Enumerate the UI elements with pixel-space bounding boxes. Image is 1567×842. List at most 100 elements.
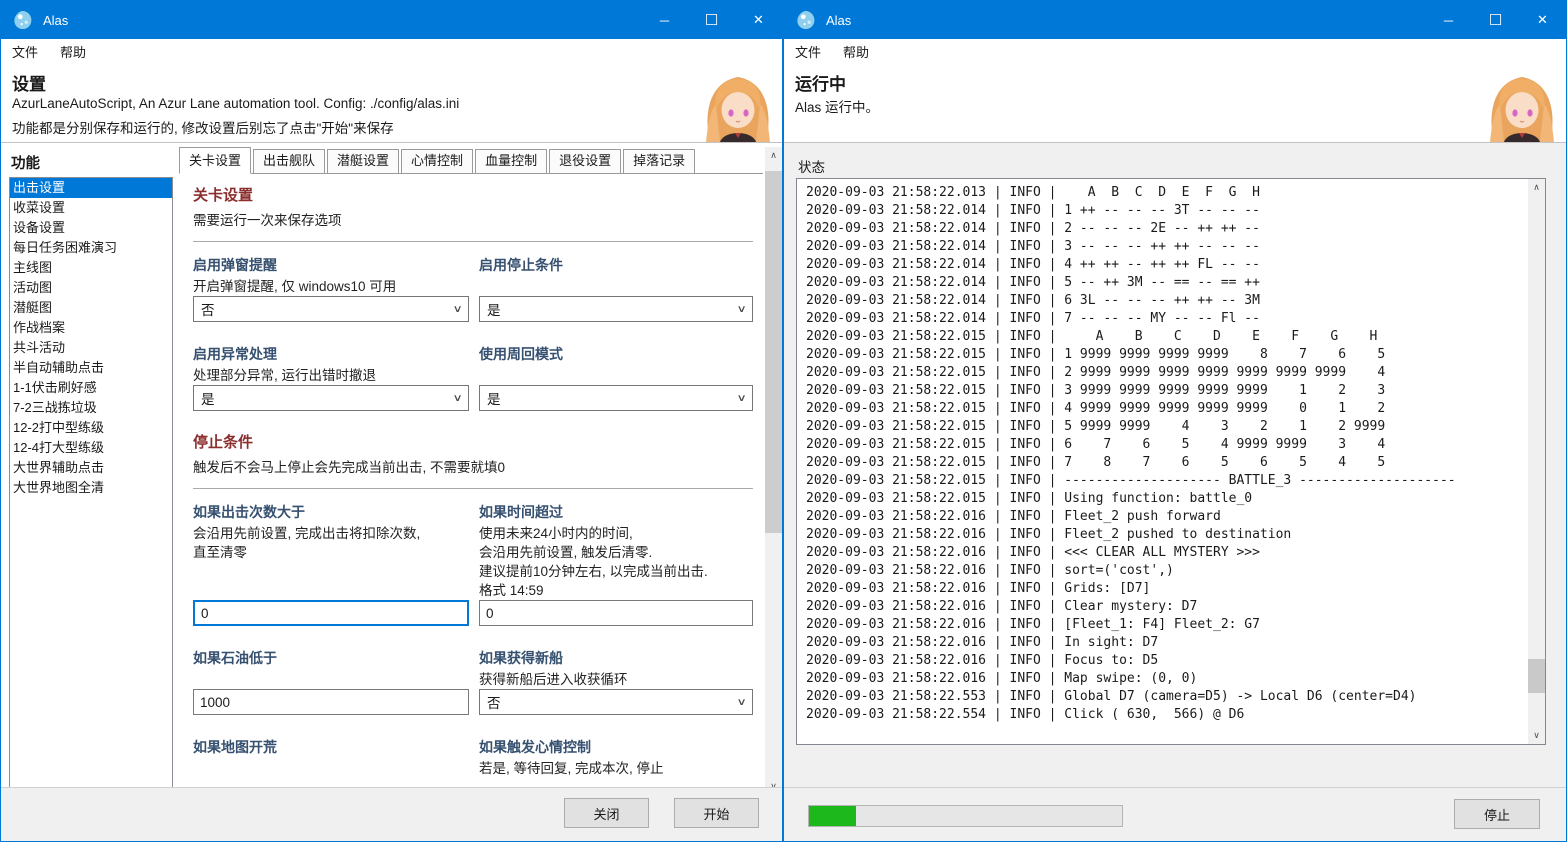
tab[interactable]: 血量控制 xyxy=(475,149,547,173)
menu-file[interactable]: 文件 xyxy=(795,42,821,61)
scroll-up-icon[interactable]: ∧ xyxy=(1528,179,1545,196)
tab[interactable]: 掉落记录 xyxy=(623,149,695,173)
sidebar-item[interactable]: 12-2打中型练级 xyxy=(10,418,172,438)
form-content: 关卡设置需要运行一次来保存选项启用弹窗提醒开启弹窗提醒, 仅 windows10… xyxy=(179,174,765,788)
window-title: Alas xyxy=(43,13,68,28)
menu-help[interactable]: 帮助 xyxy=(843,42,869,61)
field-label: 如果时间超过 xyxy=(479,502,753,522)
maximize-icon[interactable]: ☐ xyxy=(1472,1,1519,39)
log-scrollbar[interactable]: ∧ ∨ xyxy=(1528,179,1545,744)
sidebar-item[interactable]: 设备设置 xyxy=(10,218,172,238)
log-line: 2020-09-03 21:58:22.016 | INFO | [Fleet_… xyxy=(806,616,1528,634)
titlebar: Alas ─ ☐ ✕ xyxy=(1,1,782,39)
form-field: 如果地图开荒 xyxy=(193,737,469,778)
tab[interactable]: 退役设置 xyxy=(549,149,621,173)
maximize-icon[interactable]: ☐ xyxy=(688,1,735,39)
window-controls: ─ ☐ ✕ xyxy=(641,1,782,39)
tab[interactable]: 出击舰队 xyxy=(253,149,325,173)
scrollbar-thumb[interactable] xyxy=(765,171,782,533)
sidebar-item[interactable]: 每日任务困难演习 xyxy=(10,238,172,258)
header: 运行中 Alas 运行中。 xyxy=(784,64,1566,143)
log-panel[interactable]: 2020-09-03 21:58:22.013 | INFO | A B C D… xyxy=(796,178,1546,745)
log-line: 2020-09-03 21:58:22.015 | INFO | 5 9999 … xyxy=(806,418,1528,436)
sidebar-list[interactable]: 出击设置收菜设置设备设置每日任务困难演习主线图活动图潜艇图作战档案共斗活动半自动… xyxy=(9,177,173,788)
chevron-down-icon: ∨ xyxy=(736,304,746,315)
dropdown[interactable]: 是∨ xyxy=(479,385,753,411)
dropdown-value: 否 xyxy=(201,299,215,319)
scroll-up-icon[interactable]: ∧ xyxy=(765,147,782,164)
runner-window: Alas ─ ☐ ✕ 文件 帮助 运行中 Alas 运行中。 状态 2020-0… xyxy=(783,0,1567,842)
settings-window: Alas ─ ☐ ✕ 文件 帮助 设置 AzurLaneAutoScript, … xyxy=(0,0,783,842)
sidebar-item[interactable]: 出击设置 xyxy=(10,178,172,198)
sidebar-item[interactable]: 共斗活动 xyxy=(10,338,172,358)
progress-bar xyxy=(808,805,1123,827)
section-subtitle: 需要运行一次来保存选项 xyxy=(193,211,753,230)
chevron-down-icon: ∨ xyxy=(736,393,746,404)
tab[interactable]: 潜艇设置 xyxy=(327,149,399,173)
log-line: 2020-09-03 21:58:22.015 | INFO | 7 8 7 6… xyxy=(806,454,1528,472)
form-field: 启用停止条件是∨ xyxy=(479,255,753,322)
app-icon xyxy=(12,9,34,31)
sidebar-item[interactable]: 收菜设置 xyxy=(10,198,172,218)
log-line: 2020-09-03 21:58:22.014 | INFO | 4 ++ ++… xyxy=(806,256,1528,274)
sidebar-item[interactable]: 大世界辅助点击 xyxy=(10,458,172,478)
sidebar-item[interactable]: 作战档案 xyxy=(10,318,172,338)
form-scrollbar[interactable]: ∧ ∨ xyxy=(765,147,782,795)
dropdown-value: 是 xyxy=(487,299,501,319)
form-field: 如果石油低于1000 xyxy=(193,648,469,715)
text-input[interactable]: 0 xyxy=(193,600,469,626)
log-line: 2020-09-03 21:58:22.013 | INFO | A B C D… xyxy=(806,184,1528,202)
menu-bar: 文件 帮助 xyxy=(784,39,1566,64)
dropdown[interactable]: 是∨ xyxy=(479,296,753,322)
sidebar-item[interactable]: 大世界地图全清 xyxy=(10,478,172,498)
sidebar-item[interactable]: 潜艇图 xyxy=(10,298,172,318)
close-icon[interactable]: ✕ xyxy=(735,1,782,39)
form-field: 如果触发心情控制若是, 等待回复, 完成本次, 停止 xyxy=(479,737,753,778)
field-desc: 开启弹窗提醒, 仅 windows10 可用 xyxy=(193,277,469,296)
sidebar-item[interactable]: 主线图 xyxy=(10,258,172,278)
form-field: 使用周回模式是∨ xyxy=(479,344,753,411)
log-line: 2020-09-03 21:58:22.014 | INFO | 2 -- --… xyxy=(806,220,1528,238)
section-subtitle: 触发后不会马上停止会先完成当前出击, 不需要就填0 xyxy=(193,458,753,477)
sidebar-item[interactable]: 7-2三战拣垃圾 xyxy=(10,398,172,418)
chevron-down-icon: ∨ xyxy=(736,697,746,708)
close-icon[interactable]: ✕ xyxy=(1519,1,1566,39)
app-icon xyxy=(795,9,817,31)
dropdown[interactable]: 是∨ xyxy=(193,385,469,411)
start-button[interactable]: 开始 xyxy=(674,798,759,828)
menu-file[interactable]: 文件 xyxy=(12,42,38,61)
sidebar-item[interactable]: 12-4打大型练级 xyxy=(10,438,172,458)
dropdown[interactable]: 否∨ xyxy=(193,296,469,322)
scrollbar-thumb[interactable] xyxy=(1528,659,1545,693)
minimize-icon[interactable]: ─ xyxy=(641,1,688,39)
log-line: 2020-09-03 21:58:22.016 | INFO | <<< CLE… xyxy=(806,544,1528,562)
log-line: 2020-09-03 21:58:22.014 | INFO | 3 -- --… xyxy=(806,238,1528,256)
log-line: 2020-09-03 21:58:22.015 | INFO | Using f… xyxy=(806,490,1528,508)
log-line: 2020-09-03 21:58:22.554 | INFO | Click (… xyxy=(806,706,1528,724)
tab-bar: 关卡设置出击舰队潜艇设置心情控制血量控制退役设置掉落记录 xyxy=(179,147,763,174)
menu-help[interactable]: 帮助 xyxy=(60,42,86,61)
tab[interactable]: 关卡设置 xyxy=(179,147,251,174)
text-input[interactable]: 0 xyxy=(479,600,753,626)
form-row: 启用异常处理处理部分异常, 运行出错时撤退是∨使用周回模式是∨ xyxy=(193,344,753,411)
field-label: 如果触发心情控制 xyxy=(479,737,753,757)
sidebar-item[interactable]: 1-1伏击刷好感 xyxy=(10,378,172,398)
field-label: 如果地图开荒 xyxy=(193,737,469,757)
menu-bar: 文件 帮助 xyxy=(1,39,782,64)
sidebar-item[interactable]: 活动图 xyxy=(10,278,172,298)
sidebar-item[interactable]: 半自动辅助点击 xyxy=(10,358,172,378)
stop-button[interactable]: 停止 xyxy=(1454,799,1540,829)
divider xyxy=(193,488,753,489)
log-line: 2020-09-03 21:58:22.014 | INFO | 7 -- --… xyxy=(806,310,1528,328)
minimize-icon[interactable]: ─ xyxy=(1425,1,1472,39)
log-line: 2020-09-03 21:58:22.015 | INFO | -------… xyxy=(806,472,1528,490)
tab[interactable]: 心情控制 xyxy=(401,149,473,173)
field-label: 启用弹窗提醒 xyxy=(193,255,469,275)
close-button[interactable]: 关闭 xyxy=(564,798,649,828)
dropdown[interactable]: 否∨ xyxy=(479,689,753,715)
log-line: 2020-09-03 21:58:22.015 | INFO | 1 9999 … xyxy=(806,346,1528,364)
text-input[interactable]: 1000 xyxy=(193,689,469,715)
log-line: 2020-09-03 21:58:22.014 | INFO | 6 3L --… xyxy=(806,292,1528,310)
field-label: 如果获得新船 xyxy=(479,648,753,668)
scroll-down-icon[interactable]: ∨ xyxy=(1528,727,1545,744)
